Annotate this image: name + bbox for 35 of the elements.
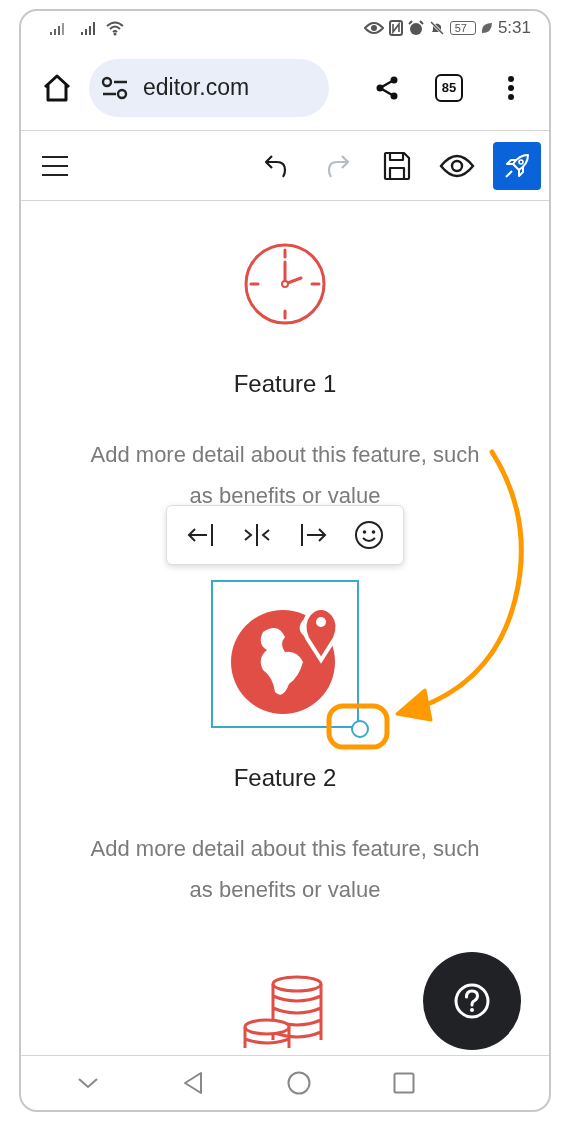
- url-field[interactable]: editor.com: [89, 58, 329, 117]
- save-icon: [383, 150, 411, 181]
- recents-icon: [393, 1072, 415, 1094]
- eye-icon: [439, 153, 475, 178]
- wifi-icon: [105, 20, 125, 36]
- menu-icon: [41, 154, 69, 177]
- home-icon: [286, 1071, 311, 1095]
- feature-title: Feature 2: [233, 763, 337, 793]
- bell-off-icon: [428, 20, 445, 36]
- feature-description: Add more detail about this feature, such as benefits or value: [89, 441, 481, 510]
- feature-title: Feature 1: [233, 369, 337, 399]
- alarm-icon: [407, 20, 424, 36]
- resize-handle[interactable]: [351, 720, 369, 738]
- site-settings-icon: [101, 75, 129, 100]
- leaf-icon: [480, 22, 493, 34]
- rocket-icon: [503, 151, 531, 180]
- align-left-icon: [187, 522, 215, 548]
- nfc-icon: [388, 20, 403, 36]
- back-icon: [182, 1071, 205, 1095]
- highlight-ring: [326, 703, 390, 750]
- eye-icon: [363, 21, 384, 35]
- tab-count-button[interactable]: 85: [435, 73, 463, 102]
- url-text: editor.com: [143, 74, 250, 101]
- align-right-icon: [299, 522, 327, 548]
- smiley-icon: [354, 520, 384, 550]
- home-icon: [42, 73, 72, 102]
- chevron-down-icon: [77, 1076, 99, 1090]
- publish-button[interactable]: [493, 141, 541, 190]
- help-icon: [453, 982, 491, 1020]
- feature-description: Add more detail about this feature, such as benefits or value: [89, 835, 481, 904]
- clock-time: 5:31: [497, 18, 531, 38]
- share-icon: [374, 74, 400, 101]
- more-icon: [507, 74, 515, 101]
- battery-indicator: 57: [449, 21, 476, 35]
- selection-frame[interactable]: [211, 580, 359, 728]
